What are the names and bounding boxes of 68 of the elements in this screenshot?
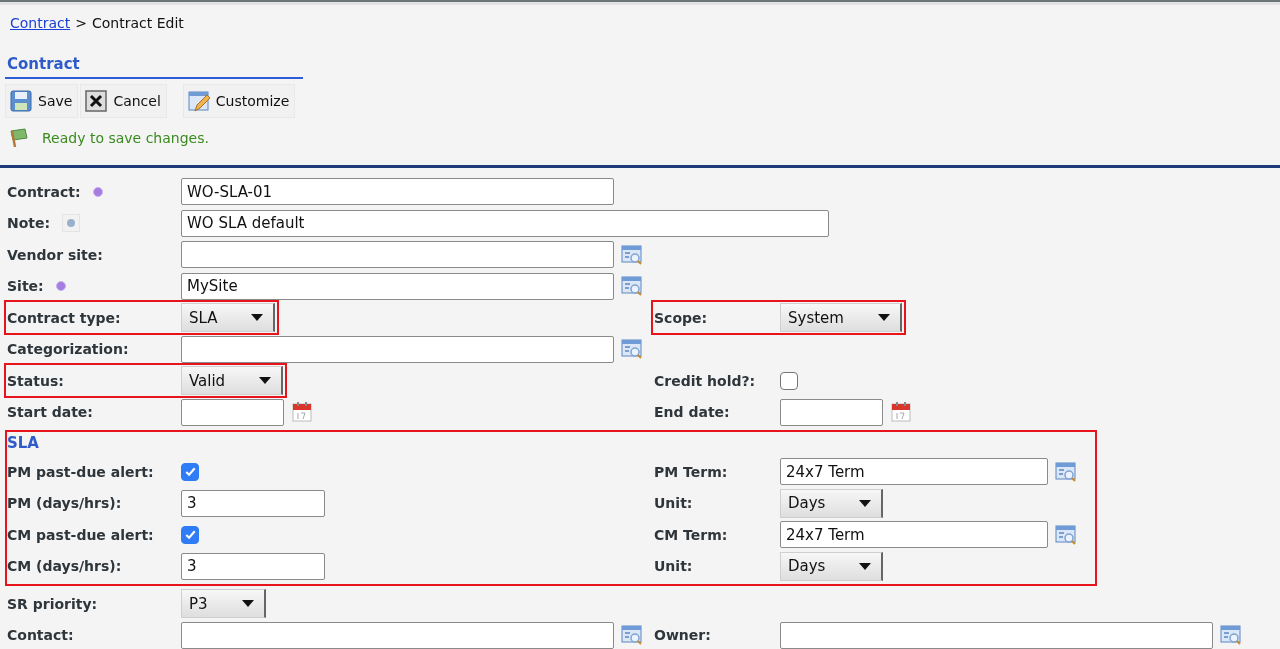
- dropdown[interactable]: Days: [780, 551, 884, 581]
- section-heading: SLA: [7, 433, 40, 454]
- toolbar-button[interactable]: Save: [5, 84, 79, 118]
- field-label: Vendor site:: [7, 246, 103, 263]
- field-label: CM (days/hrs):: [7, 558, 122, 575]
- field-label: PM Term:: [654, 463, 728, 480]
- dropdown[interactable]: Valid: [181, 366, 284, 396]
- lookup-field[interactable]: 24x7 Term: [780, 521, 1048, 549]
- caret-icon: [241, 600, 254, 608]
- breadcrumb-separator: >: [75, 15, 87, 33]
- field-label: CM Term:: [654, 526, 728, 543]
- status-message: Ready to save changes.: [42, 130, 209, 146]
- lookup-field[interactable]: 24x7 Term: [780, 458, 1048, 486]
- toolbar-button[interactable]: Customize: [182, 84, 296, 118]
- lookup-icon[interactable]: [620, 242, 644, 267]
- caret-icon: [859, 499, 872, 507]
- caret-icon: [259, 377, 272, 385]
- number-field[interactable]: 3: [181, 552, 325, 580]
- lookup-field[interactable]: MySite: [181, 272, 614, 300]
- field-label: PM past-due alert:: [7, 463, 154, 480]
- field-label: Unit:: [654, 495, 693, 512]
- field-label: Categorization:: [7, 341, 129, 358]
- lookup-field[interactable]: [181, 241, 614, 269]
- info-icon[interactable]: [62, 214, 81, 233]
- lookup-field[interactable]: [181, 335, 614, 363]
- dropdown[interactable]: Days: [780, 488, 884, 518]
- field-label: Credit hold?:: [654, 372, 756, 389]
- field-label: Site:: [7, 278, 44, 295]
- field-label: Contact:: [7, 627, 74, 644]
- calendar-icon[interactable]: [290, 400, 314, 425]
- toolbar-button[interactable]: Cancel: [80, 84, 167, 118]
- cancel-icon: [84, 89, 109, 113]
- checkbox[interactable]: [181, 462, 199, 481]
- date-field[interactable]: [780, 398, 883, 426]
- text-field[interactable]: WO-SLA-01: [181, 178, 614, 206]
- field-label: Contract type:: [7, 309, 121, 326]
- lookup-field[interactable]: [181, 621, 614, 649]
- checkbox[interactable]: [780, 371, 798, 390]
- dropdown[interactable]: System: [780, 303, 902, 333]
- breadcrumb-link[interactable]: Contract: [10, 15, 71, 39]
- checkbox[interactable]: [181, 525, 199, 544]
- field-label: End date:: [654, 404, 730, 421]
- form-pencil-icon: [186, 89, 211, 113]
- lookup-field[interactable]: [780, 621, 1213, 649]
- caret-icon: [877, 314, 890, 322]
- text-field[interactable]: WO SLA default: [181, 209, 829, 237]
- field-label: SR priority:: [7, 595, 98, 612]
- field-label: Note:: [7, 215, 51, 232]
- field-label: Contract:: [7, 183, 81, 200]
- lookup-icon[interactable]: [1054, 459, 1078, 484]
- field-label: Scope:: [654, 309, 708, 326]
- flag-icon: [8, 127, 30, 149]
- field-label: CM past-due alert:: [7, 526, 154, 543]
- section-title: Contract: [7, 55, 81, 75]
- number-field[interactable]: 3: [181, 489, 325, 517]
- dropdown[interactable]: P3: [181, 589, 266, 619]
- field-label: Owner:: [654, 627, 711, 644]
- field-label: PM (days/hrs):: [7, 495, 122, 512]
- breadcrumb-current: Contract Edit: [91, 15, 184, 33]
- date-field[interactable]: [181, 398, 284, 426]
- field-label: Status:: [7, 372, 64, 389]
- field-label: Unit:: [654, 558, 693, 575]
- lookup-icon[interactable]: [1054, 522, 1078, 547]
- field-label: Start date:: [7, 404, 93, 421]
- dropdown[interactable]: SLA: [181, 303, 276, 333]
- caret-icon: [251, 314, 264, 322]
- calendar-icon[interactable]: [889, 400, 913, 425]
- caret-icon: [859, 562, 872, 570]
